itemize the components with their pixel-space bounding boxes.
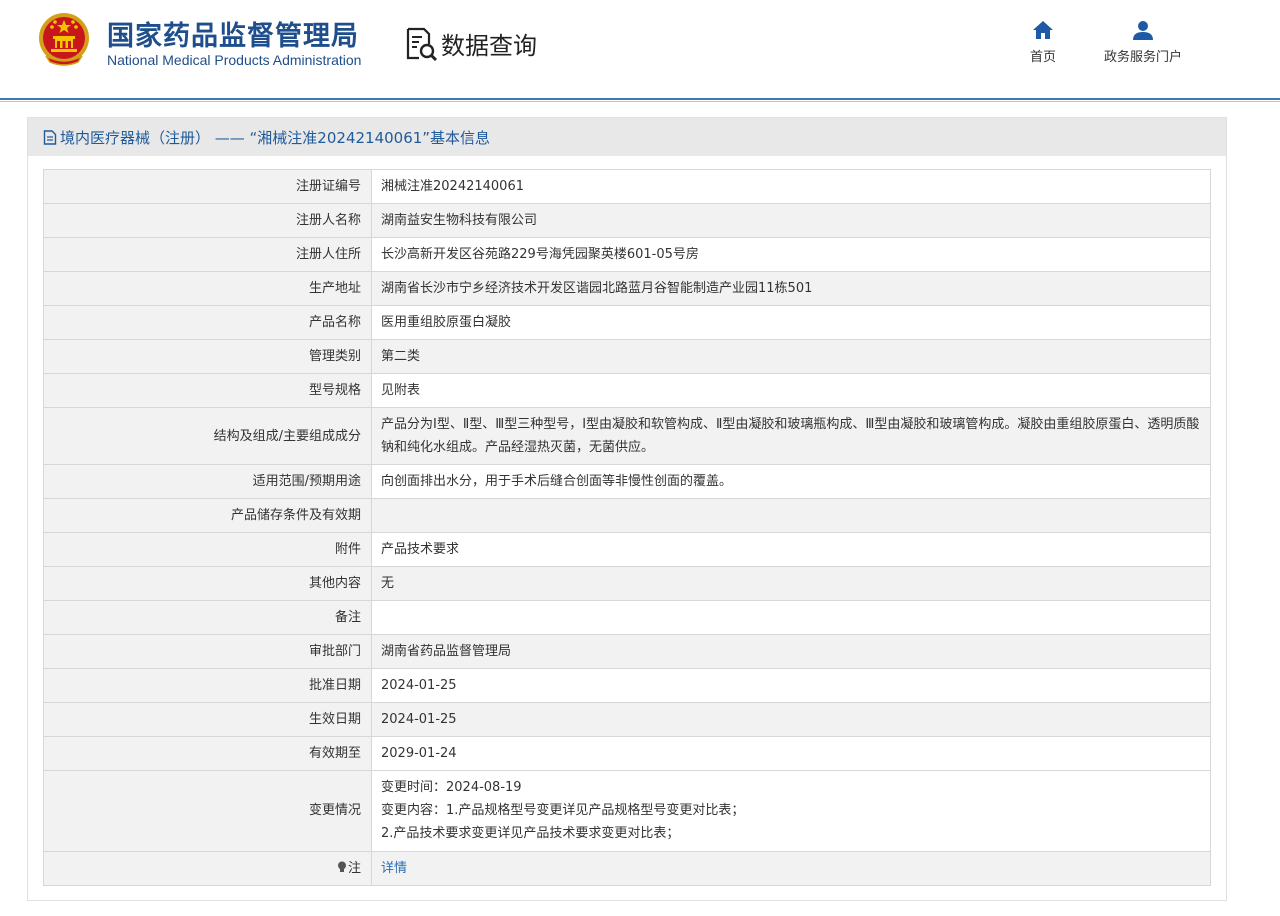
field-value: 向创面排出水分，用于手术后缝合创面等非慢性创面的覆盖。 bbox=[371, 464, 1211, 499]
org-name-cn: 国家药品监督管理局 bbox=[107, 21, 359, 52]
field-value: 无 bbox=[371, 566, 1211, 601]
table-row: 备注 bbox=[43, 600, 1211, 635]
field-value: 医用重组胶原蛋白凝胶 bbox=[371, 305, 1211, 340]
note-label-cell: 注 bbox=[43, 851, 372, 886]
field-label: 注册证编号 bbox=[43, 169, 372, 204]
change-details: 变更时间：2024-08-19 变更内容：1.产品规格型号变更详见产品规格型号变… bbox=[371, 770, 1211, 852]
table-row-change: 变更情况 变更时间：2024-08-19 变更内容：1.产品规格型号变更详见产品… bbox=[43, 770, 1211, 852]
field-label: 产品名称 bbox=[43, 305, 372, 340]
note-label: 注 bbox=[347, 861, 361, 876]
field-value: 湖南省长沙市宁乡经济技术开发区谐园北路蓝月谷智能制造产业园11栋501 bbox=[371, 271, 1211, 306]
table-row-note: 注 详情 bbox=[43, 851, 1211, 886]
table-row: 产品名称 医用重组胶原蛋白凝胶 bbox=[43, 305, 1211, 340]
change-content-2: 2.产品技术要求变更详见产品技术要求变更对比表； bbox=[381, 826, 680, 841]
field-value bbox=[371, 600, 1211, 635]
field-value: 湖南省药品监督管理局 bbox=[371, 634, 1211, 669]
document-search-icon bbox=[406, 27, 438, 61]
field-label: 结构及组成/主要组成成分 bbox=[43, 407, 372, 465]
field-label: 变更情况 bbox=[43, 770, 372, 852]
lightbulb-icon bbox=[337, 861, 346, 872]
change-time: 变更时间：2024-08-19 bbox=[381, 780, 522, 795]
field-value: 第二类 bbox=[371, 339, 1211, 374]
panel-title: 境内医疗器械（注册） —— “湘械注准20242140061”基本信息 bbox=[60, 128, 491, 147]
org-name-en: National Medical Products Administration bbox=[107, 52, 362, 68]
field-label: 注册人住所 bbox=[43, 237, 372, 272]
table-row: 附件 产品技术要求 bbox=[43, 532, 1211, 567]
field-label: 生产地址 bbox=[43, 271, 372, 306]
nav-gov-service-portal[interactable]: 政务服务门户 bbox=[1093, 20, 1193, 65]
field-label: 产品储存条件及有效期 bbox=[43, 498, 372, 533]
header-divider bbox=[0, 98, 1280, 100]
table-row: 注册人名称 湖南益安生物科技有限公司 bbox=[43, 203, 1211, 238]
table-row: 批准日期 2024-01-25 bbox=[43, 668, 1211, 703]
field-label: 有效期至 bbox=[43, 736, 372, 771]
table-row: 生效日期 2024-01-25 bbox=[43, 702, 1211, 737]
field-value: 见附表 bbox=[371, 373, 1211, 408]
nav-home-label: 首页 bbox=[1029, 50, 1056, 65]
field-label: 生效日期 bbox=[43, 702, 372, 737]
national-emblem-icon[interactable] bbox=[38, 12, 90, 68]
table-row: 注册人住所 长沙高新开发区谷苑路229号海凭园聚英楼601-05号房 bbox=[43, 237, 1211, 272]
panel-header: 境内医疗器械（注册） —— “湘械注准20242140061”基本信息 bbox=[28, 118, 1226, 156]
nav-portal-label: 政务服务门户 bbox=[1103, 50, 1182, 65]
table-row: 产品储存条件及有效期 bbox=[43, 498, 1211, 533]
registration-info-table: 注册证编号 湘械注准20242140061 注册人名称 湖南益安生物科技有限公司 注册人… bbox=[43, 169, 1211, 886]
table-row: 结构及组成/主要组成成分 产品分为Ⅰ型、Ⅱ型、Ⅲ型三种型号，Ⅰ型由凝胶和软管构成、… bbox=[43, 407, 1211, 465]
table-row: 有效期至 2029-01-24 bbox=[43, 736, 1211, 771]
field-label: 其他内容 bbox=[43, 566, 372, 601]
field-label: 管理类别 bbox=[43, 339, 372, 374]
field-label: 审批部门 bbox=[43, 634, 372, 669]
table-row: 管理类别 第二类 bbox=[43, 339, 1211, 374]
field-value: 产品分为Ⅰ型、Ⅱ型、Ⅲ型三种型号，Ⅰ型由凝胶和软管构成、Ⅱ型由凝胶和玻璃瓶构成、… bbox=[371, 407, 1211, 465]
detail-panel: 境内医疗器械（注册） —— “湘械注准20242140061”基本信息 注册证编… bbox=[27, 117, 1227, 901]
table-row: 审批部门 湖南省药品监督管理局 bbox=[43, 634, 1211, 669]
field-label: 型号规格 bbox=[43, 373, 372, 408]
header-divider-thin bbox=[0, 101, 1280, 102]
field-value bbox=[371, 498, 1211, 533]
document-icon bbox=[43, 129, 57, 145]
field-label: 附件 bbox=[43, 532, 372, 567]
field-value: 产品技术要求 bbox=[371, 532, 1211, 567]
change-content-1: 变更内容：1.产品规格型号变更详见产品规格型号变更对比表； bbox=[381, 803, 745, 818]
field-label: 批准日期 bbox=[43, 668, 372, 703]
field-value: 长沙高新开发区谷苑路229号海凭园聚英楼601-05号房 bbox=[371, 237, 1211, 272]
data-query-title: 数据查询 bbox=[405, 26, 537, 61]
table-row: 适用范围/预期用途 向创面排出水分，用于手术后缝合创面等非慢性创面的覆盖。 bbox=[43, 464, 1211, 499]
details-link[interactable]: 详情 bbox=[381, 861, 407, 876]
table-row: 其他内容无 bbox=[43, 566, 1211, 601]
data-query-label: 数据查询 bbox=[441, 32, 537, 60]
table-row: 注册证编号 湘械注准20242140061 bbox=[43, 169, 1211, 204]
home-icon bbox=[1033, 21, 1053, 39]
site-header: 国家药品监督管理局 National Medical Products Admi… bbox=[0, 0, 1280, 100]
field-label: 注册人名称 bbox=[43, 203, 372, 238]
table-row: 生产地址 湖南省长沙市宁乡经济技术开发区谐园北路蓝月谷智能制造产业园11栋501 bbox=[43, 271, 1211, 306]
field-value: 湖南益安生物科技有限公司 bbox=[371, 203, 1211, 238]
note-value: 详情 bbox=[371, 851, 1211, 886]
field-label: 适用范围/预期用途 bbox=[43, 464, 372, 499]
table-row: 型号规格 见附表 bbox=[43, 373, 1211, 408]
field-label: 备注 bbox=[43, 600, 372, 635]
nav-home[interactable]: 首页 bbox=[1023, 20, 1063, 65]
field-value: 湘械注准20242140061 bbox=[371, 169, 1211, 204]
field-value: 2024-01-25 bbox=[371, 702, 1211, 737]
user-icon bbox=[1133, 21, 1153, 40]
field-value: 2024-01-25 bbox=[371, 668, 1211, 703]
field-value: 2029-01-24 bbox=[371, 736, 1211, 771]
